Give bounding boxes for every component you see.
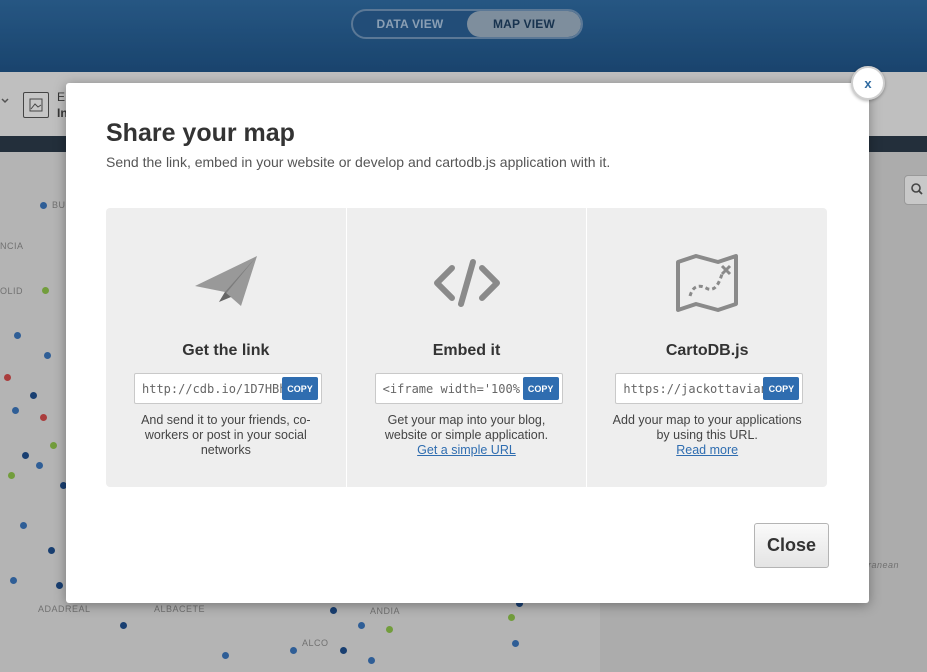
copy-vizjson-button[interactable]: COPY: [763, 377, 800, 400]
link-url-field: COPY: [134, 373, 322, 404]
vizjson-url-input[interactable]: [616, 381, 764, 396]
share-option-title: CartoDB.js: [665, 342, 749, 359]
share-option-title: Get the link: [182, 342, 270, 359]
vizjson-url-field: COPY: [615, 373, 804, 404]
embed-code-input[interactable]: [375, 381, 523, 396]
read-more-link[interactable]: Read more: [611, 443, 803, 458]
share-option-link: Get the link COPY And send it to your fr…: [106, 208, 346, 487]
copy-embed-button[interactable]: COPY: [522, 377, 559, 400]
close-button[interactable]: Close: [754, 523, 829, 568]
copy-link-button[interactable]: COPY: [282, 377, 318, 400]
share-options: Get the link COPY And send it to your fr…: [106, 208, 828, 487]
description-text: And send it to your friends, co-workers …: [141, 413, 311, 457]
paper-plane-icon: [194, 256, 257, 306]
map-icon: [676, 254, 739, 312]
close-icon[interactable]: x: [851, 66, 885, 100]
share-option-embed: Embed it COPY Get your map into your blo…: [346, 208, 587, 487]
get-simple-url-link[interactable]: Get a simple URL: [371, 443, 563, 458]
link-url-input[interactable]: [135, 381, 282, 396]
description-text: Get your map into your blog, website or …: [384, 413, 549, 442]
share-option-description: Get your map into your blog, website or …: [371, 413, 563, 458]
dialog-subtitle: Send the link, embed in your website or …: [106, 154, 611, 170]
share-option-description: And send it to your friends, co-workers …: [130, 413, 322, 458]
dialog-title: Share your map: [106, 119, 295, 147]
share-option-cartodbjs: CartoDB.js COPY Add your map to your app…: [587, 208, 828, 487]
description-text: Add your map to your applications by usi…: [612, 413, 802, 442]
share-map-dialog: Share your map Send the link, embed in y…: [66, 83, 869, 603]
code-icon: [433, 259, 500, 307]
embed-code-field: COPY: [374, 373, 563, 404]
share-option-title: Embed it: [432, 342, 501, 359]
share-option-description: Add your map to your applications by usi…: [611, 413, 803, 458]
